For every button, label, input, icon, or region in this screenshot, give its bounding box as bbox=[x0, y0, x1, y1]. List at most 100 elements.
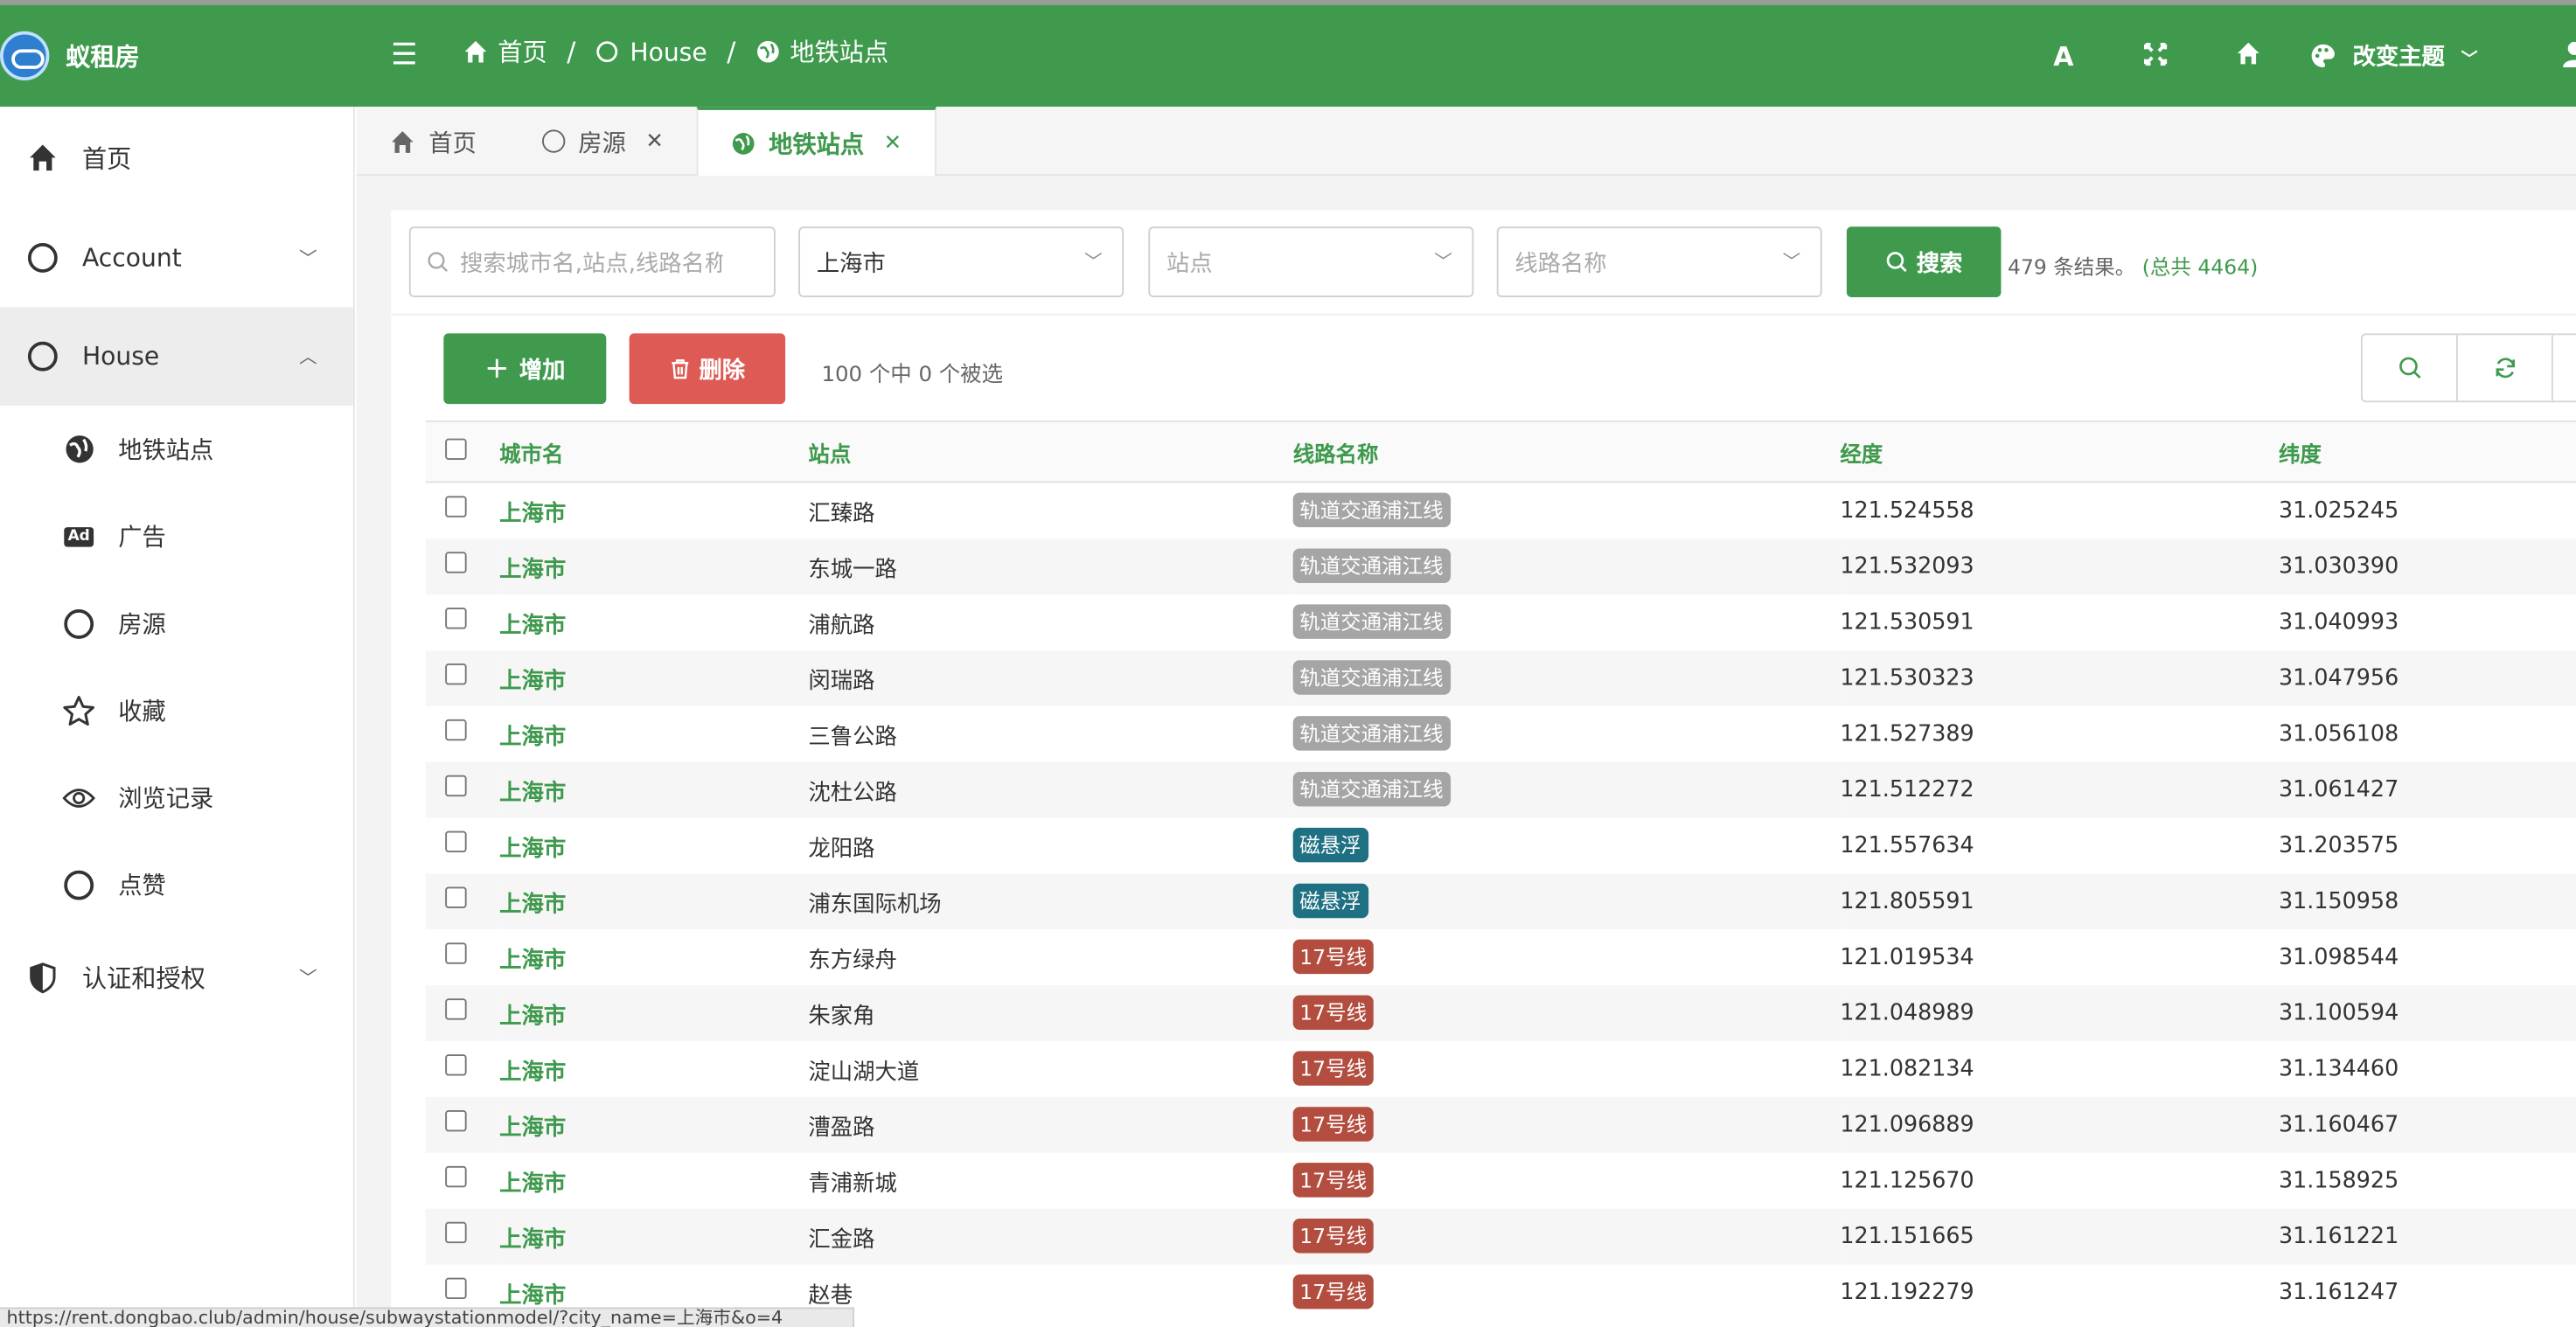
city-link[interactable]: 上海市 bbox=[499, 556, 566, 582]
city-link[interactable]: 上海市 bbox=[499, 779, 566, 805]
city-select-value: 上海市 bbox=[816, 250, 886, 277]
row-select-cell bbox=[425, 594, 500, 650]
breadcrumb-separator: / bbox=[727, 36, 736, 68]
longitude-cell: 121.530591 bbox=[1840, 594, 2280, 650]
row-checkbox[interactable] bbox=[445, 1054, 467, 1076]
latitude-cell: 31.047956 bbox=[2279, 650, 2576, 705]
column-header-city[interactable]: 城市名 bbox=[499, 420, 809, 483]
city-link[interactable]: 上海市 bbox=[499, 1115, 566, 1141]
brand[interactable]: 蚁租房 bbox=[0, 5, 355, 107]
chevron-down-icon: ﹀ bbox=[298, 247, 317, 270]
row-checkbox[interactable] bbox=[445, 1277, 467, 1300]
sidebar-item-home[interactable]: 首页 bbox=[0, 107, 353, 208]
row-checkbox[interactable] bbox=[445, 1110, 467, 1132]
filter-bar: 搜索城市名,站点,线路名称 上海市 ﹀ 站点 ﹀ 线路名称 ﹀ 搜索 479 条… bbox=[391, 210, 2576, 316]
longitude-cell: 121.805591 bbox=[1840, 872, 2280, 929]
row-select-cell bbox=[425, 1151, 500, 1208]
city-link[interactable]: 上海市 bbox=[499, 1171, 566, 1197]
city-link[interactable]: 上海市 bbox=[499, 612, 566, 638]
font-icon[interactable]: A bbox=[2017, 40, 2109, 72]
latitude-cell: 31.040993 bbox=[2279, 594, 2576, 650]
sidebar-item-subway-station[interactable]: 地铁站点 bbox=[0, 406, 353, 493]
breadcrumb-house[interactable]: House bbox=[630, 37, 707, 66]
tab-home[interactable]: 首页 bbox=[357, 107, 510, 176]
search-icon[interactable] bbox=[2363, 335, 2458, 401]
row-checkbox[interactable] bbox=[445, 719, 467, 741]
fullscreen-icon[interactable] bbox=[2110, 40, 2202, 72]
sidebar-item-auth[interactable]: 认证和授权 ﹀ bbox=[0, 928, 353, 1026]
sidebar-item-account[interactable]: Account ﹀ bbox=[0, 209, 353, 308]
more-tools-button[interactable] bbox=[2553, 335, 2576, 400]
row-checkbox[interactable] bbox=[445, 608, 467, 629]
refresh-icon[interactable] bbox=[2458, 335, 2553, 401]
station-cell: 东城一路 bbox=[808, 538, 1293, 594]
table-row: 上海市 龙阳路 磁悬浮 121.557634 31.203575 bbox=[425, 816, 2576, 873]
line-select[interactable]: 线路名称 ﹀ bbox=[1496, 226, 1822, 298]
row-checkbox[interactable] bbox=[445, 830, 467, 853]
theme-switcher[interactable]: 改变主题 ﹀ bbox=[2310, 39, 2477, 73]
row-checkbox[interactable] bbox=[445, 496, 467, 518]
row-checkbox[interactable] bbox=[445, 998, 467, 1020]
row-select-cell bbox=[425, 872, 500, 929]
station-cell: 淀山湖大道 bbox=[808, 1040, 1293, 1097]
menu-toggle-icon[interactable]: ☰ bbox=[391, 38, 417, 72]
sidebar-item-history[interactable]: 浏览记录 bbox=[0, 754, 353, 841]
column-header-station[interactable]: 站点 bbox=[808, 420, 1293, 483]
row-checkbox[interactable] bbox=[445, 942, 467, 964]
sidebar-item-favorites[interactable]: 收藏 bbox=[0, 667, 353, 754]
home-icon bbox=[26, 142, 59, 175]
sidebar-item-likes[interactable]: 点赞 bbox=[0, 841, 353, 928]
city-link[interactable]: 上海市 bbox=[499, 1226, 566, 1252]
add-button[interactable]: + 增加 bbox=[443, 333, 607, 405]
line-placeholder: 线路名称 bbox=[1514, 250, 1607, 277]
city-link[interactable]: 上海市 bbox=[499, 501, 566, 527]
latitude-cell: 31.100594 bbox=[2279, 984, 2576, 1041]
tab-listings[interactable]: 房源 ✕ bbox=[509, 107, 696, 176]
column-header-line[interactable]: 线路名称 bbox=[1292, 420, 1841, 483]
user-icon[interactable] bbox=[2563, 41, 2576, 68]
tab-subway-station[interactable]: 地铁站点 ✕ bbox=[696, 107, 936, 177]
city-link[interactable]: 上海市 bbox=[499, 668, 566, 694]
row-checkbox[interactable] bbox=[445, 1221, 467, 1244]
select-all-checkbox[interactable] bbox=[445, 437, 467, 460]
sidebar-item-house[interactable]: House ︿ bbox=[0, 307, 353, 406]
logo-icon bbox=[0, 31, 50, 81]
column-header-latitude[interactable]: 纬度 bbox=[2279, 420, 2576, 483]
city-link[interactable]: 上海市 bbox=[499, 835, 566, 861]
city-select[interactable]: 上海市 ﹀ bbox=[798, 226, 1124, 298]
row-checkbox[interactable] bbox=[445, 552, 467, 573]
row-checkbox[interactable] bbox=[445, 663, 467, 685]
line-tag: 17号线 bbox=[1292, 1051, 1374, 1086]
sidebar-item-ads[interactable]: Ad 广告 bbox=[0, 493, 353, 580]
latitude-cell: 31.161221 bbox=[2279, 1207, 2576, 1264]
row-checkbox[interactable] bbox=[445, 886, 467, 908]
city-link[interactable]: 上海市 bbox=[499, 1003, 566, 1029]
circle-icon bbox=[542, 129, 566, 153]
row-checkbox[interactable] bbox=[445, 775, 467, 797]
close-icon[interactable]: ✕ bbox=[645, 129, 663, 153]
breadcrumb-home[interactable]: 首页 bbox=[498, 34, 547, 68]
city-link[interactable]: 上海市 bbox=[499, 1059, 566, 1085]
sidebar-item-listings[interactable]: 房源 bbox=[0, 580, 353, 667]
changelist-card: 搜索城市名,站点,线路名称 上海市 ﹀ 站点 ﹀ 线路名称 ﹀ 搜索 479 条… bbox=[391, 210, 2576, 1327]
total-count-link[interactable]: (总共 4464) bbox=[2142, 254, 2259, 279]
column-header-longitude[interactable]: 经度 bbox=[1840, 420, 2280, 483]
home-icon[interactable] bbox=[2202, 40, 2294, 72]
circle-icon bbox=[26, 241, 59, 274]
search-button[interactable]: 搜索 bbox=[1846, 226, 2002, 298]
table-toolbar bbox=[2360, 333, 2576, 403]
city-link[interactable]: 上海市 bbox=[499, 891, 566, 917]
station-select[interactable]: 站点 ﹀ bbox=[1148, 226, 1474, 298]
header-actions: A 改变主题 ﹀ bbox=[2017, 5, 2576, 107]
city-link[interactable]: 上海市 bbox=[499, 947, 566, 973]
breadcrumb: 首页 / House / 地铁站点 bbox=[463, 34, 888, 68]
delete-button[interactable]: 删除 bbox=[629, 333, 786, 405]
city-link[interactable]: 上海市 bbox=[499, 724, 566, 750]
row-checkbox[interactable] bbox=[445, 1165, 467, 1188]
station-cell: 浦航路 bbox=[808, 594, 1293, 650]
row-select-cell bbox=[425, 1040, 500, 1097]
search-input[interactable]: 搜索城市名,站点,线路名称 bbox=[408, 226, 776, 298]
breadcrumb-current: 地铁站点 bbox=[790, 38, 889, 68]
city-link[interactable]: 上海市 bbox=[499, 1282, 566, 1308]
close-icon[interactable]: ✕ bbox=[884, 131, 902, 156]
